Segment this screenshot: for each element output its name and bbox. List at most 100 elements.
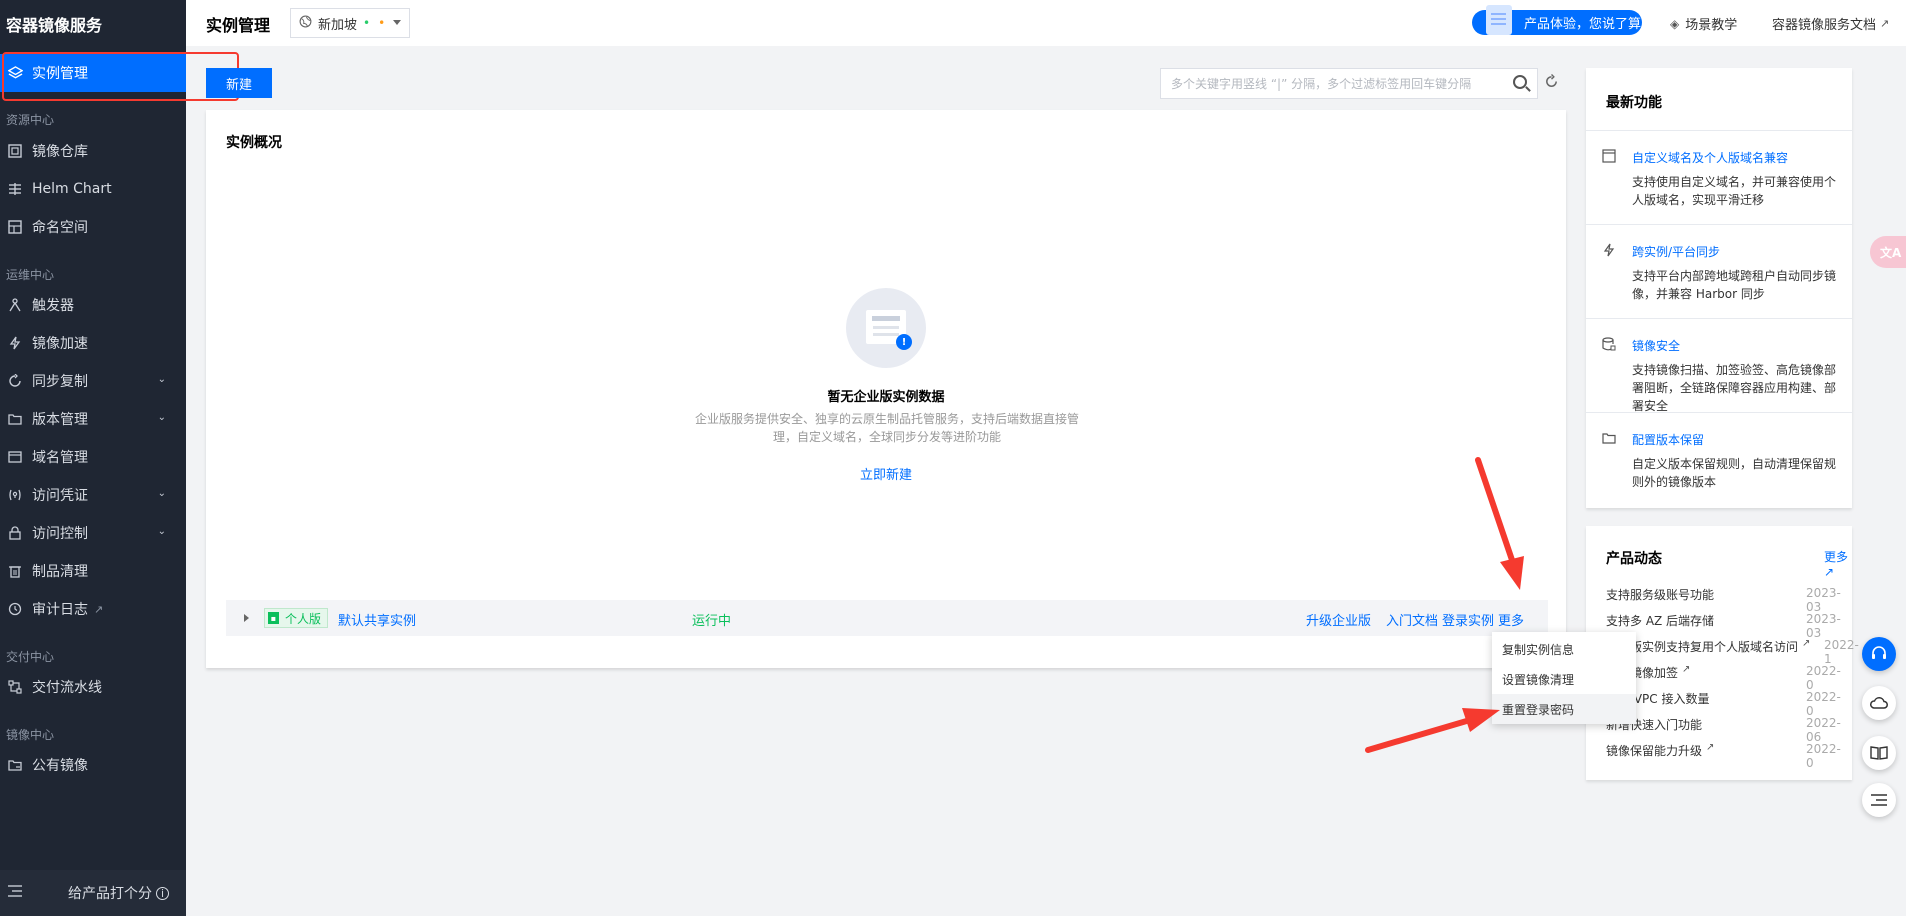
status-dot-green: • <box>363 16 371 30</box>
news-item[interactable]: 支持镜像加签 ↗ 2022-0 <box>1606 664 1844 692</box>
sidebar-item-domain[interactable]: 域名管理 <box>0 438 186 476</box>
book-icon[interactable] <box>1862 736 1896 770</box>
translate-icon[interactable]: 文A <box>1870 236 1906 268</box>
panel-title: 产品动态 <box>1606 551 1662 567</box>
sidebar-group-delivery: 交付中心 <box>6 650 55 664</box>
sidebar-item-label: 审计日志 <box>32 602 88 618</box>
region-selector[interactable]: 新加坡 • • <box>290 8 410 38</box>
expand-row-icon[interactable] <box>244 614 249 622</box>
sidebar-item-namespace[interactable]: 命名空间 <box>0 208 186 246</box>
empty-state-title: 暂无企业版实例数据 <box>827 390 945 405</box>
news-item[interactable]: 新增快速入门功能 2022-06 <box>1606 716 1844 744</box>
news-more-label[interactable]: 更多 <box>1824 550 1848 564</box>
sidebar-item-trigger[interactable]: 触发器 <box>0 286 186 324</box>
folder-icon <box>6 410 24 428</box>
more-actions-link[interactable]: 更多 <box>1498 610 1524 629</box>
database-lock-icon <box>1602 337 1616 355</box>
lock-icon <box>6 524 24 542</box>
sidebar-item-version[interactable]: 版本管理 ⌄ <box>0 400 186 438</box>
external-link-icon: ↗ <box>1802 638 1811 649</box>
info-icon: i <box>156 886 169 900</box>
cloud-icon[interactable] <box>1862 686 1896 720</box>
page-title: 实例管理 <box>206 16 271 35</box>
docs-link[interactable]: 容器镜像服务文档 ↗ <box>1772 14 1889 33</box>
news-date: 2022-1 <box>1824 638 1859 666</box>
sidebar-group-resource: 资源中心 <box>6 113 55 127</box>
headset-icon[interactable] <box>1862 637 1896 671</box>
external-link-icon: ↗ <box>1706 742 1715 753</box>
create-now-label[interactable]: 立即新建 <box>860 468 912 483</box>
lightning-icon <box>1602 243 1616 261</box>
news-date: 2022-0 <box>1806 742 1841 770</box>
sidebar-item-pipeline[interactable]: 交付流水线 <box>0 668 186 706</box>
external-link-icon: ↗ <box>1824 565 1835 579</box>
news-item[interactable]: 支持 VPC 接入数量 2022-0 <box>1606 690 1844 718</box>
instance-name-link[interactable]: 默认共享实例 <box>338 610 416 629</box>
news-text[interactable]: 镜像保留能力升级 <box>1606 742 1702 762</box>
sidebar-item-helm-chart[interactable]: Helm Chart <box>0 170 186 208</box>
more-actions-menu: 复制实例信息 设置镜像清理 重置登录密码 <box>1492 632 1636 724</box>
sidebar-item-label: 命名空间 <box>32 220 88 236</box>
news-item[interactable]: 支持多 AZ 后端存储 2023-03 <box>1606 612 1844 640</box>
create-now-link[interactable]: 立即新建 <box>206 464 1566 483</box>
empty-state-icon: ! <box>846 288 926 368</box>
folder-icon <box>1602 431 1616 449</box>
sidebar-item-sync[interactable]: 同步复制 ⌄ <box>0 362 186 400</box>
sync-icon <box>6 372 24 390</box>
sidebar-item-cleanup[interactable]: 制品清理 <box>0 552 186 590</box>
news-item[interactable]: 镜像保留能力升级 ↗ 2022-0 <box>1606 742 1844 770</box>
tutorial-link[interactable]: ◈ 场景教学 <box>1670 14 1737 34</box>
feature-link[interactable]: 自定义域名及个人版域名兼容 <box>1632 149 1788 166</box>
list-icon[interactable] <box>1862 783 1896 817</box>
news-more-link[interactable]: 更多 ↗ <box>1824 548 1852 579</box>
sidebar-item-label: 同步复制 <box>32 374 88 390</box>
search-input[interactable]: 多个关键字用竖线 “|” 分隔，多个过滤标签用回车键分隔 <box>1160 68 1538 99</box>
sidebar-group-image: 镜像中心 <box>6 728 55 742</box>
news-item[interactable]: 企业版实例支持复用个人版域名访问 ↗ 2022-1 <box>1606 638 1859 666</box>
globe-icon <box>299 15 312 32</box>
sidebar-title: 容器镜像服务 <box>6 16 103 35</box>
menu-item-reset-password[interactable]: 重置登录密码 <box>1492 694 1636 724</box>
sidebar-item-audit-log[interactable]: 审计日志 ↗ <box>0 590 186 628</box>
docs-label: 容器镜像服务文档 <box>1772 18 1877 33</box>
new-instance-button[interactable]: 新建 <box>206 68 272 98</box>
menu-item-copy-info[interactable]: 复制实例信息 <box>1492 634 1636 664</box>
feature-item: 跨实例/平台同步 支持平台内部跨地域跨租户自动同步镜像，并兼容 Harbor 同… <box>1586 224 1852 318</box>
sidebar-item-credential[interactable]: 访问凭证 ⌄ <box>0 476 186 514</box>
news-date: 2023-03 <box>1806 586 1841 614</box>
feature-item: 自定义域名及个人版域名兼容 支持使用自定义域名，并可兼容使用个人版域名，实现平滑… <box>1586 130 1852 224</box>
survey-icon <box>1486 5 1512 35</box>
caret-down-icon <box>393 20 401 25</box>
feature-link[interactable]: 镜像安全 <box>1632 337 1680 354</box>
namespace-icon <box>6 218 24 236</box>
card-title: 实例概况 <box>226 135 282 151</box>
credential-icon <box>6 486 24 504</box>
sidebar-item-access-control[interactable]: 访问控制 ⌄ <box>0 514 186 552</box>
domain-icon <box>6 448 24 466</box>
news-date: 2022-06 <box>1806 716 1841 744</box>
feature-link[interactable]: 配置版本保留 <box>1632 431 1704 448</box>
sidebar-item-label: 公有镜像 <box>32 758 88 774</box>
feature-link[interactable]: 跨实例/平台同步 <box>1632 243 1720 260</box>
external-link-icon: ↗ <box>94 602 104 616</box>
news-item[interactable]: 支持服务级账号功能 2023-03 <box>1606 586 1844 614</box>
feature-description: 自定义版本保留规则，自动清理保留规则外的镜像版本 <box>1632 457 1837 489</box>
sidebar-item-acceleration[interactable]: 镜像加速 <box>0 324 186 362</box>
menu-item-image-cleanup[interactable]: 设置镜像清理 <box>1492 664 1636 694</box>
sidebar: 容器镜像服务 实例管理 资源中心 镜像仓库 Helm Chart 命名空间 运维… <box>0 0 186 916</box>
collapse-menu-icon[interactable] <box>8 885 24 901</box>
getting-started-link[interactable]: 入门文档 <box>1386 610 1438 629</box>
sidebar-item-public-image[interactable]: 公有镜像 <box>0 746 186 784</box>
upgrade-link[interactable]: 升级企业版 <box>1306 610 1371 629</box>
panel-title: 最新功能 <box>1606 95 1662 111</box>
top-bar: 实例管理 新加坡 • • 产品体验，您说了算 ◈ 场景教学 容器镜像服务文档 ↗ <box>186 0 1906 46</box>
search-icon[interactable] <box>1513 75 1527 89</box>
sidebar-item-label: 域名管理 <box>32 450 88 466</box>
sidebar-item-label: 制品清理 <box>32 564 88 580</box>
sidebar-item-repository[interactable]: 镜像仓库 <box>0 132 186 170</box>
feedback-link[interactable]: 给产品打个分 <box>68 883 152 903</box>
annotation-arrow-left <box>1365 717 1473 753</box>
login-instance-link[interactable]: 登录实例 <box>1442 610 1494 629</box>
refresh-icon[interactable] <box>1544 73 1559 93</box>
feedback-promo-button[interactable]: 产品体验，您说了算 <box>1472 5 1642 35</box>
